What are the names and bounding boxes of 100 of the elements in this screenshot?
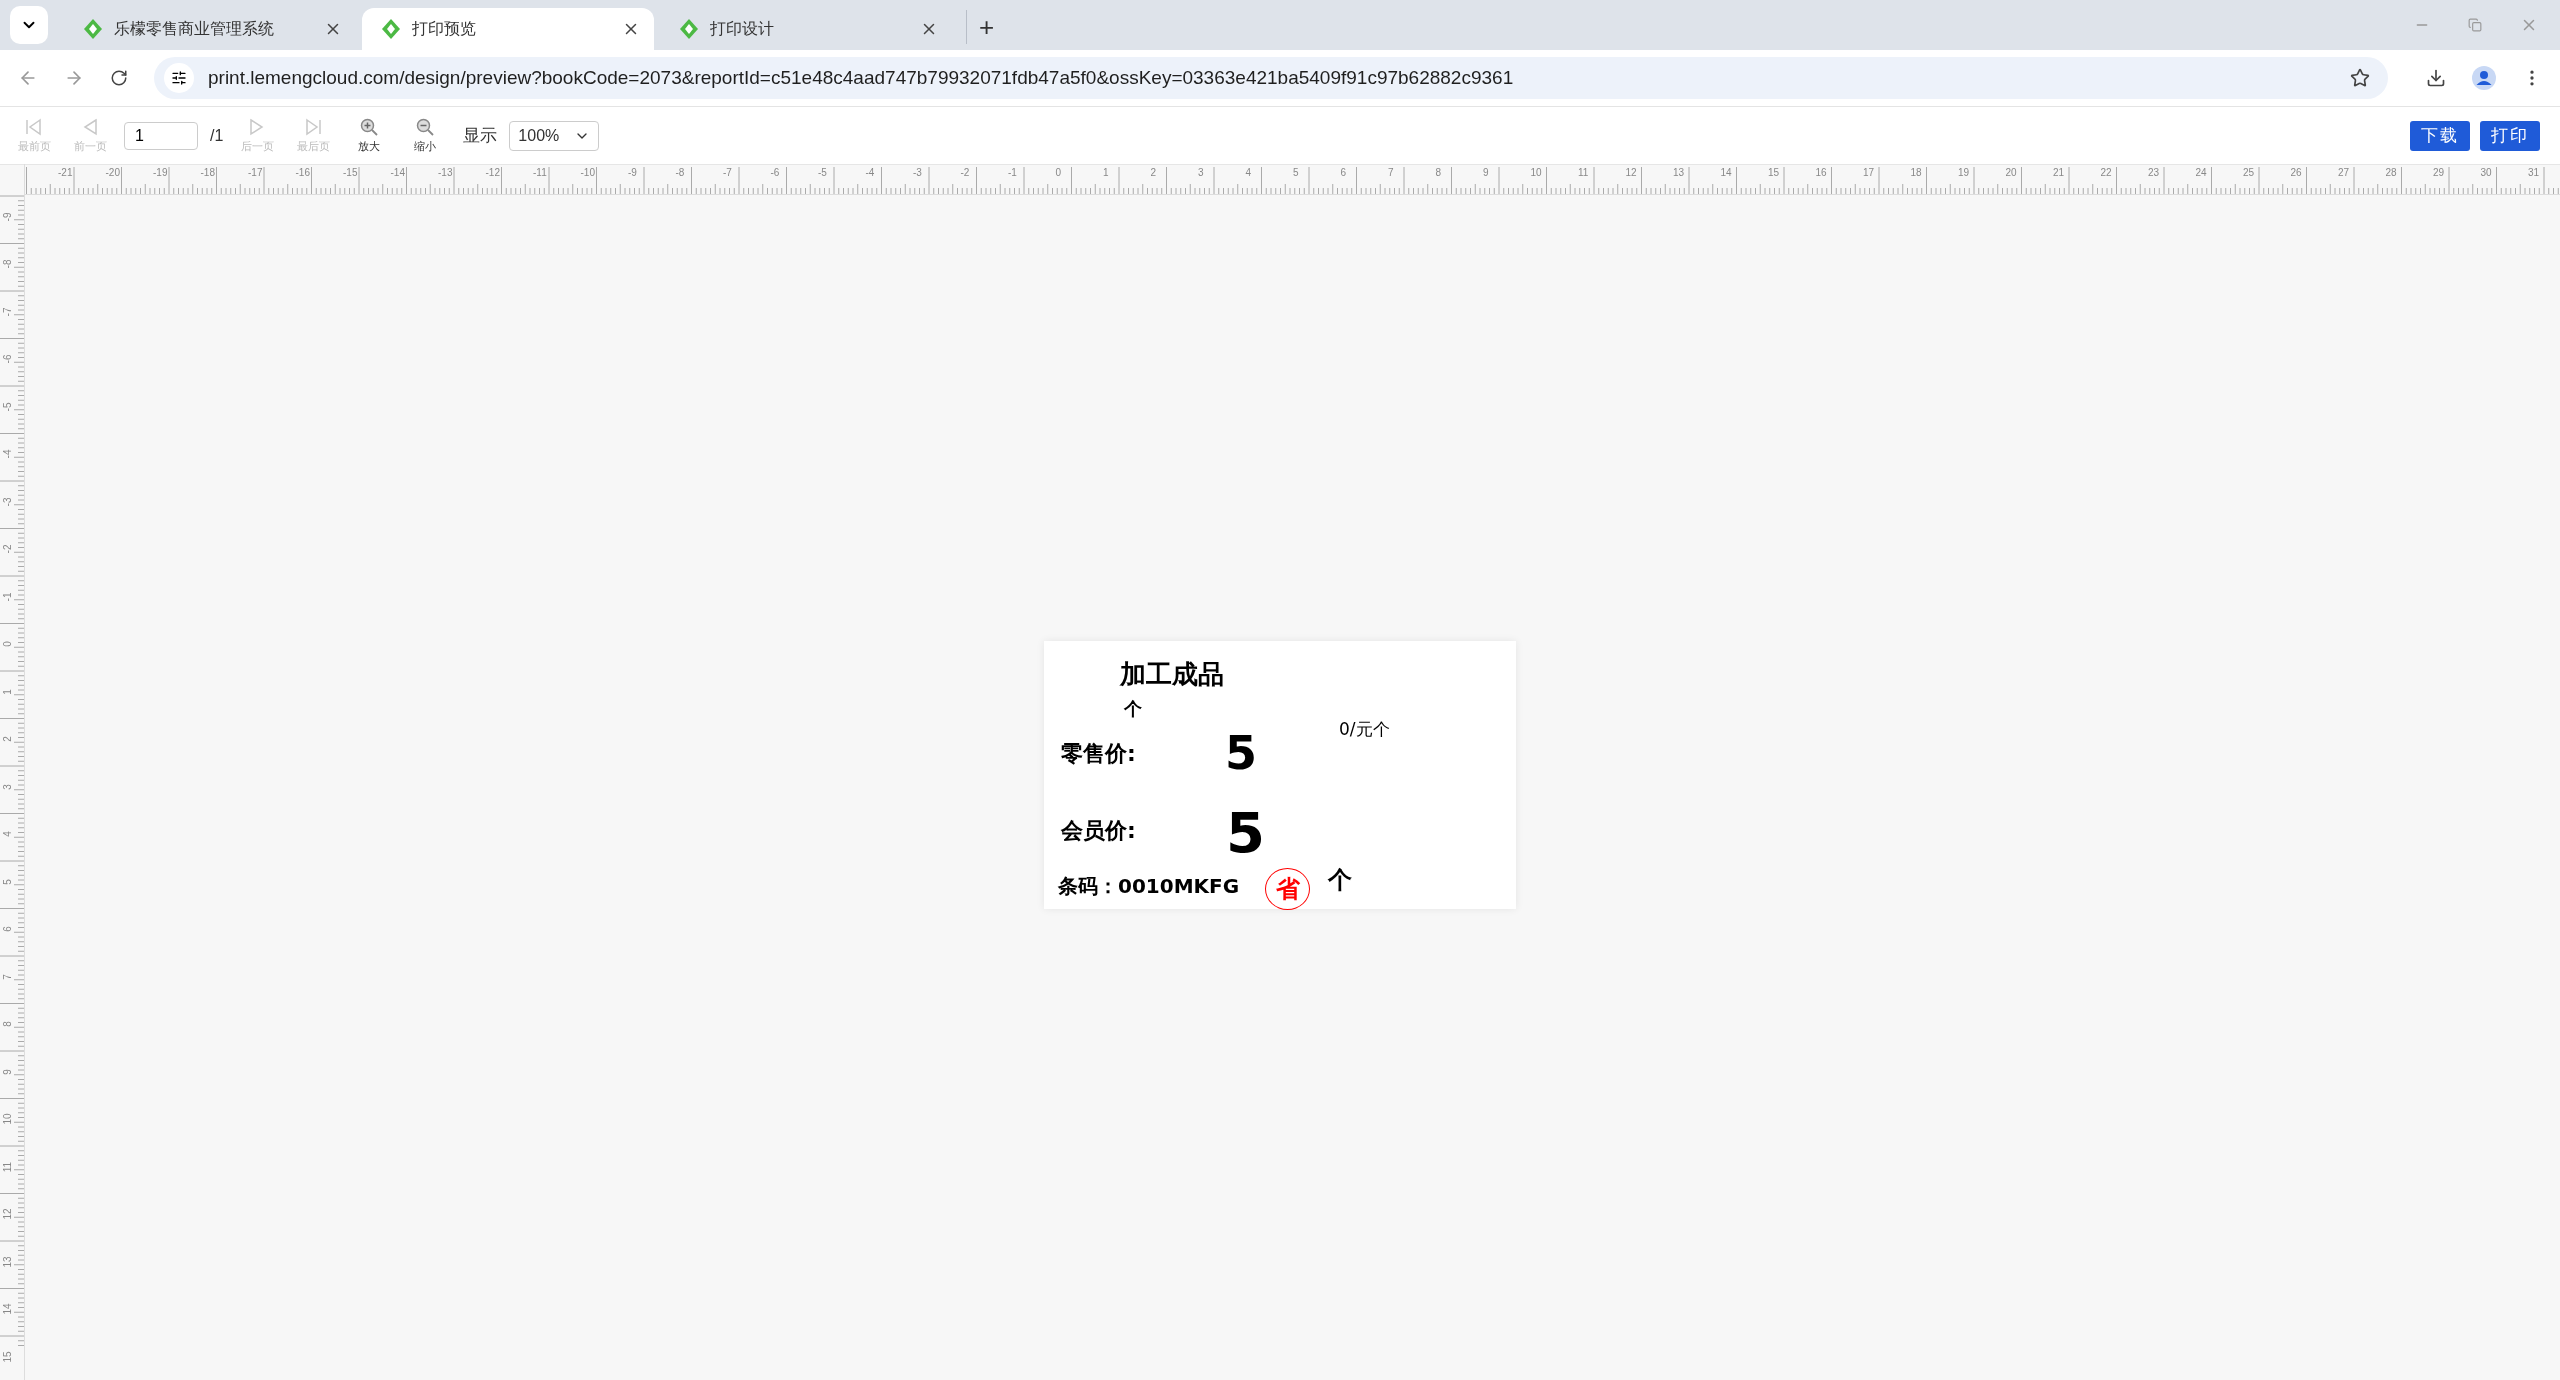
- ruler-label: 10: [1530, 167, 1542, 178]
- ruler-label: -20: [105, 167, 120, 178]
- retail-price: 5: [1225, 730, 1257, 776]
- ruler-label: -6: [770, 167, 780, 178]
- ruler-label: 0: [1055, 167, 1062, 178]
- tab-title: 乐檬零售商业管理系统: [114, 18, 275, 39]
- ruler-label: 4: [1245, 167, 1252, 178]
- reload-icon[interactable]: [110, 69, 128, 87]
- ruler-label: -6: [0, 353, 13, 365]
- ruler-label: 11: [1578, 167, 1589, 178]
- action-button[interactable]: 打印: [2480, 120, 2540, 151]
- browser-tab[interactable]: 打印预览: [362, 8, 654, 50]
- ruler-label: -14: [390, 167, 405, 178]
- ruler-label: 5: [1293, 167, 1299, 178]
- ruler-label: 4: [0, 830, 13, 839]
- ruler-label: 9: [0, 1067, 13, 1077]
- profile-icon[interactable]: [2472, 66, 2496, 90]
- ruler-label: 25: [2243, 167, 2255, 178]
- site-settings-icon[interactable]: [164, 63, 194, 93]
- ruler-label: 1: [0, 687, 13, 697]
- toolbar-button[interactable]: 缩小: [403, 117, 448, 154]
- page-total: /1: [210, 126, 224, 145]
- ruler-label: 6: [1340, 167, 1347, 178]
- ruler-label: 8: [1435, 167, 1442, 178]
- ruler-label: -7: [0, 306, 13, 317]
- ruler-label: -9: [0, 211, 13, 222]
- member-price-label: 会员价:: [1061, 820, 1136, 842]
- bookmark-star-icon[interactable]: [2350, 68, 2370, 88]
- ruler-label: -2: [960, 167, 970, 178]
- unit-text: 个: [1124, 700, 1142, 718]
- ruler-label: -3: [0, 496, 13, 507]
- ruler-label: 12: [0, 1208, 13, 1220]
- ruler-label: 2: [1150, 167, 1157, 178]
- ruler-label: 31: [2528, 167, 2540, 178]
- ruler-label: -11: [533, 167, 547, 178]
- ruler-label: 21: [2053, 167, 2065, 178]
- ruler-label: 15: [1768, 167, 1780, 178]
- tab-title: 打印设计: [710, 18, 775, 39]
- ruler-label: 20: [2005, 167, 2017, 178]
- member-price: 5: [1226, 805, 1265, 861]
- ruler-label: 3: [1198, 167, 1204, 178]
- ruler-label: -5: [818, 167, 827, 178]
- leaf-logo-icon: [382, 19, 400, 39]
- unit-price-text: 0/元个: [1339, 721, 1390, 738]
- ruler-label: 9: [1483, 167, 1489, 178]
- ruler-label: 29: [2433, 167, 2445, 178]
- ruler-label: -4: [0, 448, 13, 460]
- toolbar-button[interactable]: 放大: [347, 117, 392, 154]
- ruler-label: 6: [0, 925, 13, 934]
- last-page-icon: [304, 117, 323, 136]
- barcode-text: 条码：0010MKFG: [1058, 876, 1240, 896]
- ruler-label: 16: [1815, 167, 1827, 178]
- zoom-out-icon: [416, 117, 435, 136]
- leaf-logo-icon: [680, 19, 698, 39]
- ruler-label: 18: [1910, 167, 1922, 178]
- tab-title: 打印预览: [412, 18, 477, 39]
- ruler-label: 5: [0, 877, 13, 887]
- address-bar[interactable]: print.lemengcloud.com/design/preview?bookCode=2073&reportId=c51e48c4aad747b79932071fdb47a5f0&ossKey=03363e421ba5409f91c97b62882c9361: [154, 57, 2388, 99]
- ruler-label: -1: [1008, 167, 1017, 178]
- ruler-label: -12: [485, 167, 500, 178]
- ruler-label: 28: [2385, 167, 2397, 178]
- zoom-select[interactable]: 100%: [509, 120, 600, 151]
- url-text: print.lemengcloud.com/design/preview?bookCode=2073&reportId=c51e48c4aad747b79932071fdb47a5f0&ossKey=03363e421ba5409f91c97b62882c9361: [208, 67, 1515, 89]
- ruler-label: 15: [0, 1351, 13, 1362]
- ruler-label: 24: [2195, 167, 2207, 178]
- ruler-label: 8: [0, 1020, 13, 1029]
- ruler-label: 7: [1388, 167, 1394, 178]
- product-name: 加工成品: [1120, 661, 1224, 687]
- ruler-label: 14: [0, 1303, 13, 1315]
- first-page-icon: [25, 117, 43, 136]
- ruler-label: -21: [58, 167, 73, 178]
- ruler-label: 0: [0, 640, 13, 649]
- ruler-label: 30: [2480, 167, 2492, 178]
- ruler-label: -8: [0, 258, 13, 270]
- leaf-logo-icon: [84, 19, 102, 39]
- zoom-in-icon: [360, 117, 379, 136]
- display-label: 显示: [463, 125, 498, 147]
- download-icon[interactable]: [2426, 68, 2446, 88]
- retail-price-label: 零售价:: [1061, 743, 1136, 765]
- browser-tab[interactable]: 乐檬零售商业管理系统: [64, 8, 356, 50]
- ruler-label: -9: [628, 167, 637, 178]
- ruler-label: 3: [0, 782, 13, 792]
- ruler-label: 19: [1958, 167, 1970, 178]
- previous-page-icon: [81, 117, 99, 136]
- ruler-label: 13: [1673, 167, 1685, 178]
- ruler-label: 14: [1720, 167, 1732, 178]
- ruler-label: -18: [200, 167, 215, 178]
- page-number-field[interactable]: 1: [124, 121, 198, 150]
- action-button[interactable]: 下载: [2410, 120, 2470, 151]
- ruler-label: -4: [865, 167, 875, 178]
- new-tab-button[interactable]: +: [966, 10, 1001, 44]
- ruler-label: -5: [0, 401, 13, 412]
- ruler-label: 23: [2148, 167, 2160, 178]
- unit-text: 个: [1328, 868, 1352, 892]
- ruler-label: 27: [2338, 167, 2350, 178]
- ruler-label: -15: [343, 167, 358, 178]
- browser-tab[interactable]: 打印设计: [660, 8, 952, 50]
- ruler-label: 1: [1103, 167, 1109, 178]
- ruler-label: -7: [723, 167, 732, 178]
- ruler-label: -17: [248, 167, 263, 178]
